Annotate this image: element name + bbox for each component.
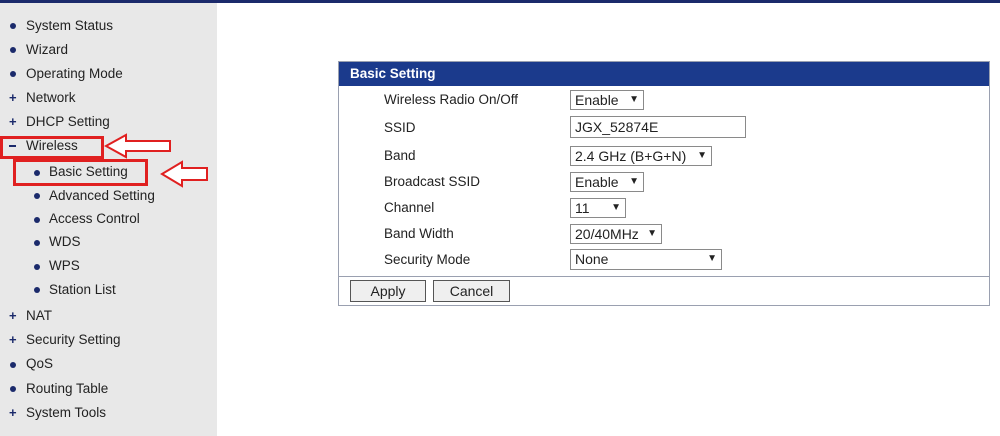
sidebar-item-network[interactable]: Network	[26, 87, 76, 109]
bullet-icon	[34, 287, 40, 293]
bullet-icon	[34, 193, 40, 199]
band-select[interactable]: 2.4 GHz (B+G+N) ▼	[570, 146, 712, 166]
bullet-icon	[10, 47, 16, 53]
sidebar-item-wizard[interactable]: Wizard	[26, 39, 68, 61]
sidebar-item-system-status[interactable]: System Status	[26, 15, 113, 37]
sidebar-item-wps[interactable]: WPS	[49, 255, 80, 277]
wireless-radio-select[interactable]: Enable ▼	[570, 90, 644, 110]
arrow-left-icon	[104, 133, 171, 159]
sidebar-item-nat[interactable]: NAT	[26, 305, 52, 327]
sidebar-item-security-setting[interactable]: Security Setting	[26, 329, 121, 351]
bullet-icon	[10, 386, 16, 392]
bullet-icon	[10, 23, 16, 29]
highlight-box-wireless	[0, 136, 104, 159]
dropdown-arrow-icon: ▼	[647, 228, 657, 239]
plus-icon[interactable]: +	[9, 329, 17, 351]
channel-label: Channel	[384, 200, 435, 215]
channel-value: 11	[575, 200, 590, 216]
wireless-radio-value: Enable	[575, 92, 619, 108]
band-label: Band	[384, 148, 416, 163]
plus-icon[interactable]: +	[9, 111, 17, 133]
plus-icon[interactable]: +	[9, 87, 17, 109]
sidebar-item-dhcp-setting[interactable]: DHCP Setting	[26, 111, 110, 133]
sidebar-item-qos[interactable]: QoS	[26, 353, 53, 375]
wireless-radio-label: Wireless Radio On/Off	[384, 92, 519, 107]
broadcast-ssid-value: Enable	[575, 174, 619, 190]
sidebar-item-wds[interactable]: WDS	[49, 231, 81, 253]
band-value: 2.4 GHz (B+G+N)	[575, 148, 687, 164]
sidebar-item-routing-table[interactable]: Routing Table	[26, 378, 108, 400]
arrow-left-icon	[160, 160, 208, 188]
dropdown-arrow-icon: ▼	[629, 94, 639, 105]
dropdown-arrow-icon: ▼	[697, 150, 707, 161]
bullet-icon	[34, 217, 40, 223]
bullet-icon	[34, 240, 40, 246]
plus-icon[interactable]: +	[9, 305, 17, 327]
basic-setting-panel: Basic Setting Wireless Radio On/Off Enab…	[338, 61, 990, 306]
band-width-select[interactable]: 20/40MHz ▼	[570, 224, 662, 244]
band-width-value: 20/40MHz	[575, 226, 639, 242]
plus-icon[interactable]: +	[9, 402, 17, 424]
security-mode-value: None	[575, 251, 609, 267]
ssid-input[interactable]: JGX_52874E	[570, 116, 746, 138]
dropdown-arrow-icon: ▼	[707, 253, 717, 264]
security-mode-select[interactable]: None ▼	[570, 249, 722, 270]
button-divider	[339, 276, 989, 277]
dropdown-arrow-icon: ▼	[611, 202, 621, 213]
bullet-icon	[34, 264, 40, 270]
sidebar-item-operating-mode[interactable]: Operating Mode	[26, 63, 123, 85]
broadcast-ssid-select[interactable]: Enable ▼	[570, 172, 644, 192]
panel-title: Basic Setting	[339, 62, 989, 86]
sidebar-item-system-tools[interactable]: System Tools	[26, 402, 106, 424]
sidebar: System Status Wizard Operating Mode + Ne…	[0, 3, 217, 436]
dropdown-arrow-icon: ▼	[629, 176, 639, 187]
sidebar-item-advanced-setting[interactable]: Advanced Setting	[49, 185, 155, 207]
broadcast-ssid-label: Broadcast SSID	[384, 174, 481, 189]
band-width-label: Band Width	[384, 226, 454, 241]
ssid-label: SSID	[384, 120, 416, 135]
apply-button[interactable]: Apply	[350, 280, 426, 302]
bullet-icon	[10, 362, 16, 368]
sidebar-item-access-control[interactable]: Access Control	[49, 208, 140, 230]
sidebar-item-station-list[interactable]: Station List	[49, 279, 116, 301]
cancel-button[interactable]: Cancel	[433, 280, 510, 302]
bullet-icon	[10, 71, 16, 77]
channel-select[interactable]: 11 ▼	[570, 198, 626, 218]
highlight-box-basic-setting	[13, 159, 148, 186]
security-mode-label: Security Mode	[384, 252, 471, 267]
